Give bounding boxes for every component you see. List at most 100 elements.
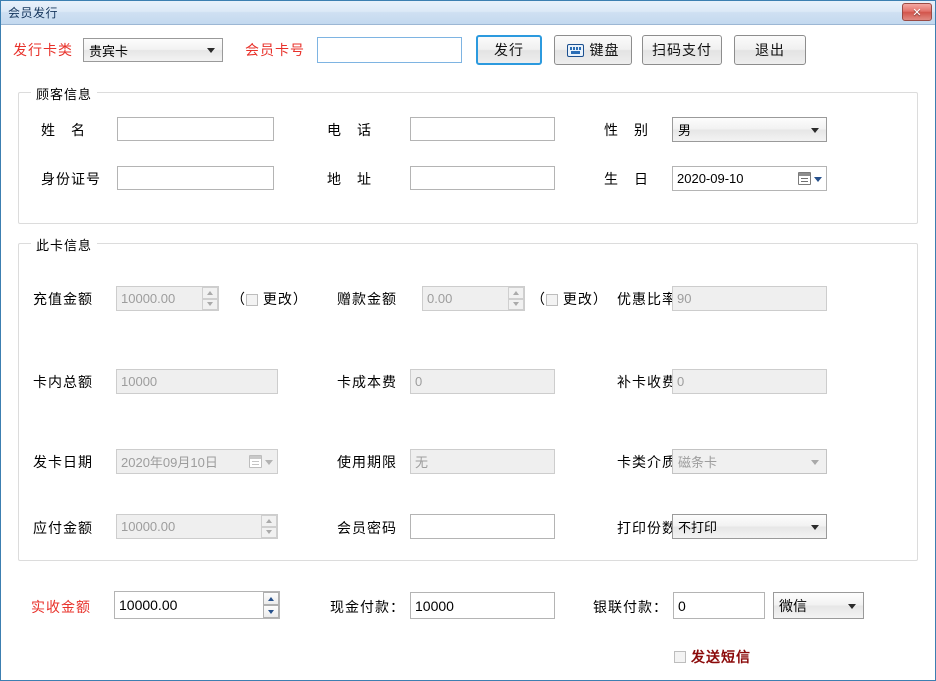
payable-spin-buttons[interactable] <box>261 515 277 538</box>
payable-input[interactable] <box>116 514 278 539</box>
unionpay-input[interactable] <box>673 592 765 619</box>
title-bar: 会员发行 ✕ <box>1 1 935 25</box>
cash-input[interactable] <box>410 592 555 619</box>
spin-down-icon[interactable] <box>261 526 277 538</box>
customer-group-title: 顾客信息 <box>31 84 98 103</box>
cost-input[interactable] <box>410 369 555 394</box>
cost-label: 卡成本费 <box>337 374 397 390</box>
send-sms-row[interactable]: 发送短信 <box>674 647 751 667</box>
gender-label: 性 别 <box>604 122 649 138</box>
issue-date-label: 发卡日期 <box>33 454 93 470</box>
gift-label: 赠款金额 <box>337 291 397 307</box>
spin-down-icon[interactable] <box>263 605 279 618</box>
medium-value: 磁条卡 <box>678 455 718 470</box>
received-label: 实收金额 <box>31 599 91 615</box>
phone-input[interactable] <box>410 117 555 141</box>
paren-open: （ <box>231 291 246 307</box>
id-input[interactable] <box>117 166 274 190</box>
chevron-down-icon <box>811 459 819 465</box>
recharge-change-label: 更改 <box>262 291 293 307</box>
gift-change-label: 更改 <box>562 291 593 307</box>
scan-pay-button[interactable]: 扫码支付 <box>642 35 722 65</box>
paren-close: ） <box>592 291 608 307</box>
name-input[interactable] <box>117 117 274 141</box>
card-no-input[interactable] <box>317 37 462 63</box>
keyboard-button-label: 键盘 <box>589 42 620 58</box>
spin-up-icon[interactable] <box>508 287 524 299</box>
recharge-change-checkbox[interactable] <box>246 294 258 307</box>
medium-label: 卡类介质 <box>617 454 677 470</box>
print-label: 打印份数 <box>617 520 677 536</box>
cash-label: 现金付款： <box>330 599 405 615</box>
calendar-icon <box>798 171 811 185</box>
gift-stepper[interactable] <box>422 286 525 311</box>
medium-select[interactable]: 磁条卡 <box>672 449 827 474</box>
validity-label: 使用期限 <box>337 454 397 470</box>
chevron-down-icon <box>265 459 273 465</box>
gender-value: 男 <box>678 123 692 138</box>
calendar-icon <box>249 454 262 468</box>
chevron-down-icon <box>207 48 215 53</box>
toolbar: 发行卡类 贵宾卡 会员卡号 发行 键盘 扫码支付 退出 <box>1 25 935 75</box>
scan-pay-button-label: 扫码支付 <box>652 42 712 58</box>
phone-label: 电 话 <box>327 122 372 138</box>
card-no-label: 会员卡号 <box>245 42 305 58</box>
birthday-datepicker[interactable] <box>672 166 827 191</box>
print-count-select[interactable]: 不打印 <box>672 514 827 539</box>
chevron-down-icon <box>848 603 856 609</box>
address-input[interactable] <box>410 166 555 190</box>
recharge-stepper[interactable] <box>116 286 219 311</box>
close-button[interactable]: ✕ <box>902 3 932 21</box>
customer-info-group: 顾客信息 姓 名 电 话 性 别 男 身份证号 地 址 生 日 <box>18 84 918 224</box>
spin-up-icon[interactable] <box>261 515 277 527</box>
unionpay-label: 银联付款： <box>593 599 668 615</box>
send-sms-label: 发送短信 <box>691 649 751 665</box>
paren-close: ） <box>292 291 308 307</box>
payable-label: 应付金额 <box>33 520 93 536</box>
name-label: 姓 名 <box>41 122 86 138</box>
payable-stepper[interactable] <box>116 514 278 539</box>
gender-select[interactable]: 男 <box>672 117 827 142</box>
birthday-label: 生 日 <box>604 171 649 187</box>
password-label: 会员密码 <box>337 520 397 536</box>
spin-up-icon[interactable] <box>263 592 279 605</box>
issue-button[interactable]: 发行 <box>476 35 542 65</box>
print-count-value: 不打印 <box>678 520 718 535</box>
address-label: 地 址 <box>327 171 372 187</box>
chevron-down-icon <box>814 176 822 182</box>
issue-button-label: 发行 <box>494 42 524 58</box>
card-group-title: 此卡信息 <box>31 235 98 254</box>
keyboard-button[interactable]: 键盘 <box>554 35 632 65</box>
reissue-input[interactable] <box>672 369 827 394</box>
discount-input[interactable] <box>672 286 827 311</box>
payment-channel-select[interactable]: 微信 <box>773 592 864 619</box>
id-label: 身份证号 <box>41 171 101 187</box>
total-input[interactable] <box>116 369 278 394</box>
total-label: 卡内总额 <box>33 374 93 390</box>
chevron-down-icon <box>811 524 819 530</box>
spin-down-icon[interactable] <box>508 298 524 310</box>
issue-date-datepicker[interactable] <box>116 449 278 474</box>
received-input[interactable] <box>114 591 280 619</box>
validity-input[interactable] <box>410 449 555 474</box>
received-spin-buttons[interactable] <box>263 592 279 618</box>
payment-channel-value: 微信 <box>779 597 807 614</box>
spin-down-icon[interactable] <box>202 298 218 310</box>
keyboard-icon <box>566 43 584 57</box>
card-type-select[interactable]: 贵宾卡 <box>83 38 223 62</box>
recharge-label: 充值金额 <box>33 291 93 307</box>
exit-button[interactable]: 退出 <box>734 35 806 65</box>
recharge-spin-buttons[interactable] <box>202 287 218 310</box>
window-title: 会员发行 <box>8 6 59 20</box>
close-icon: ✕ <box>912 6 922 19</box>
chevron-down-icon <box>811 127 819 133</box>
card-type-label: 发行卡类 <box>13 42 73 58</box>
received-stepper[interactable] <box>114 591 280 619</box>
card-info-group: 此卡信息 充值金额 （ 更改） 赠款金额 （ 更改） 优惠比率 卡内总额 卡成本… <box>18 235 918 561</box>
gift-spin-buttons[interactable] <box>508 287 524 310</box>
send-sms-checkbox[interactable] <box>674 651 686 663</box>
recharge-change-group: （ 更改） <box>231 289 308 309</box>
spin-up-icon[interactable] <box>202 287 218 299</box>
gift-change-checkbox[interactable] <box>546 294 558 307</box>
password-input[interactable] <box>410 514 555 539</box>
